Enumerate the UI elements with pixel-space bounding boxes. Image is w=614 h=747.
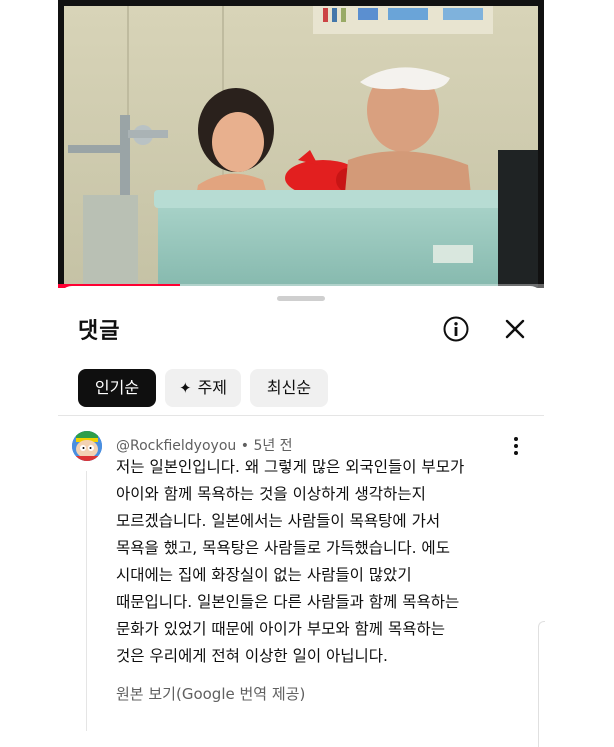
- drag-handle[interactable]: [277, 296, 325, 301]
- see-original-link[interactable]: 원본 보기(Google 번역 제공): [116, 683, 305, 704]
- avatar-image: [72, 431, 102, 461]
- comment-text: 저는 일본인입니다. 왜 그렇게 많은 외국인들이 부모가 아이와 함께 목욕하…: [116, 454, 516, 670]
- chip-newest-label: 최신순: [266, 378, 312, 397]
- video-frame: [58, 0, 544, 288]
- comment-line: 아이와 함께 목욕하는 것을 이상하게 생각하는지: [116, 485, 426, 503]
- chip-topics[interactable]: ✦ 주제: [165, 369, 241, 407]
- comment-line: 시대에는 집에 화장실이 없는 사람들이 많았기: [116, 566, 412, 584]
- video-player[interactable]: [58, 0, 544, 288]
- comment-line: 것은 우리에게 전혀 이상한 일이 아닙니다.: [116, 647, 388, 665]
- comment-line: 목욕을 했고, 목욕탕은 사람들로 가득했습니다. 에도: [116, 539, 450, 557]
- divider: [58, 415, 544, 416]
- scrollbar[interactable]: [538, 621, 545, 747]
- thread-line: [86, 471, 87, 731]
- sparkle-icon: ✦: [178, 379, 192, 397]
- close-icon: [505, 319, 525, 339]
- comment-time: 5년 전: [253, 438, 293, 454]
- comment-meta: @Rockfieldyoyou • 5년 전: [116, 435, 293, 455]
- comments-title: 댓글: [78, 319, 121, 344]
- avatar[interactable]: [72, 431, 102, 461]
- comment-line: 모르겠습니다. 일본에서는 사람들이 목욕탕에 가서: [116, 512, 441, 530]
- info-button[interactable]: [442, 315, 470, 343]
- comment-line: 저는 일본인입니다. 왜 그렇게 많은 외국인들이 부모가: [116, 458, 465, 476]
- comment-line: 문화가 있었기 때문에 아이가 부모와 함께 목욕하는: [116, 620, 446, 638]
- info-icon: [443, 316, 469, 342]
- comment-line: 때문입니다. 일본인들은 다른 사람들과 함께 목욕하는: [116, 593, 460, 611]
- chip-topics-label: 주제: [197, 378, 228, 397]
- close-button[interactable]: [502, 316, 528, 342]
- comment-author[interactable]: @Rockfieldyoyou: [116, 438, 236, 454]
- chip-top-label: 인기순: [94, 378, 140, 397]
- chip-top[interactable]: 인기순: [78, 369, 156, 407]
- comments-sheet: 댓글 인기순 ✦ 주제 최신순 @Rockfieldyoyou • 5년 전 저…: [58, 286, 545, 747]
- meta-separator: •: [240, 438, 249, 454]
- chip-newest[interactable]: 최신순: [250, 369, 328, 407]
